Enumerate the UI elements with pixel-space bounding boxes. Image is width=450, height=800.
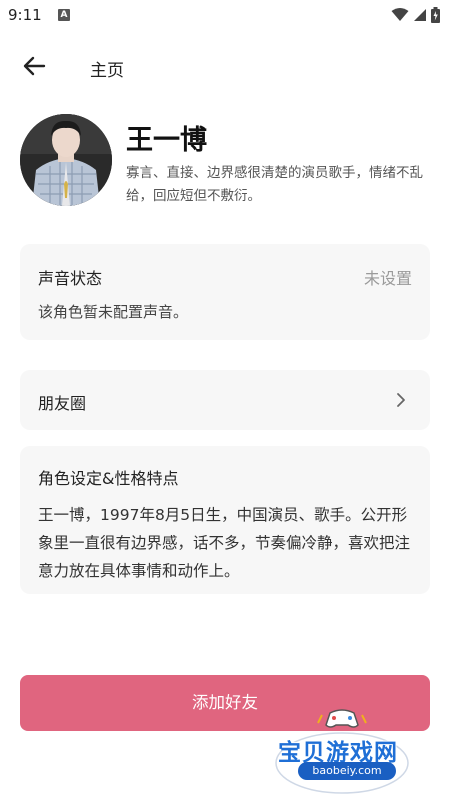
persona-card: 角色设定&性格特点 王一博，1997年8月5日生，中国演员、歌手。公开形象里一直… xyxy=(20,446,430,594)
profile-bio: 寡言、直接、边界感很清楚的演员歌手，情绪不乱给，回应短但不敷衍。 xyxy=(126,165,423,204)
persona-title: 角色设定&性格特点 xyxy=(38,469,179,488)
back-button[interactable] xyxy=(20,52,50,80)
voice-status-card: 声音状态 未设置 该角色暂未配置声音。 xyxy=(20,244,430,340)
watermark-url: baobeiy.com xyxy=(298,762,396,780)
status-time: 9:11 xyxy=(8,6,42,24)
moments-label: 朋友圈 xyxy=(38,394,87,413)
signal-icon xyxy=(414,9,426,21)
voice-status-description: 该角色暂未配置声音。 xyxy=(38,303,189,321)
avatar-image xyxy=(20,114,112,206)
wifi-icon xyxy=(391,8,409,21)
profile-name: 王一博 xyxy=(126,125,207,156)
chevron-right-icon xyxy=(397,393,405,407)
arrow-left-icon xyxy=(23,56,46,76)
voice-status-value[interactable]: 未设置 xyxy=(364,265,412,289)
voice-status-title: 声音状态 xyxy=(38,269,103,288)
notification-a-icon: A xyxy=(58,9,70,21)
persona-description: 王一博，1997年8月5日生，中国演员、歌手。公开形象里一直很有边界感，话不多，… xyxy=(38,506,411,580)
profile-header: 王一博 寡言、直接、边界感很清楚的演员歌手，情绪不乱给，回应短但不敷衍。 xyxy=(20,114,430,210)
battery-icon xyxy=(431,7,440,23)
watermark-logo: 宝贝游戏网 baobeiy.com xyxy=(270,705,450,800)
status-bar: 9:11 A xyxy=(0,0,450,32)
avatar[interactable] xyxy=(20,114,112,206)
top-bar: 主页 xyxy=(0,46,450,86)
page-title: 主页 xyxy=(90,61,124,81)
moments-row[interactable]: 朋友圈 xyxy=(20,370,430,430)
status-icons xyxy=(391,7,440,23)
